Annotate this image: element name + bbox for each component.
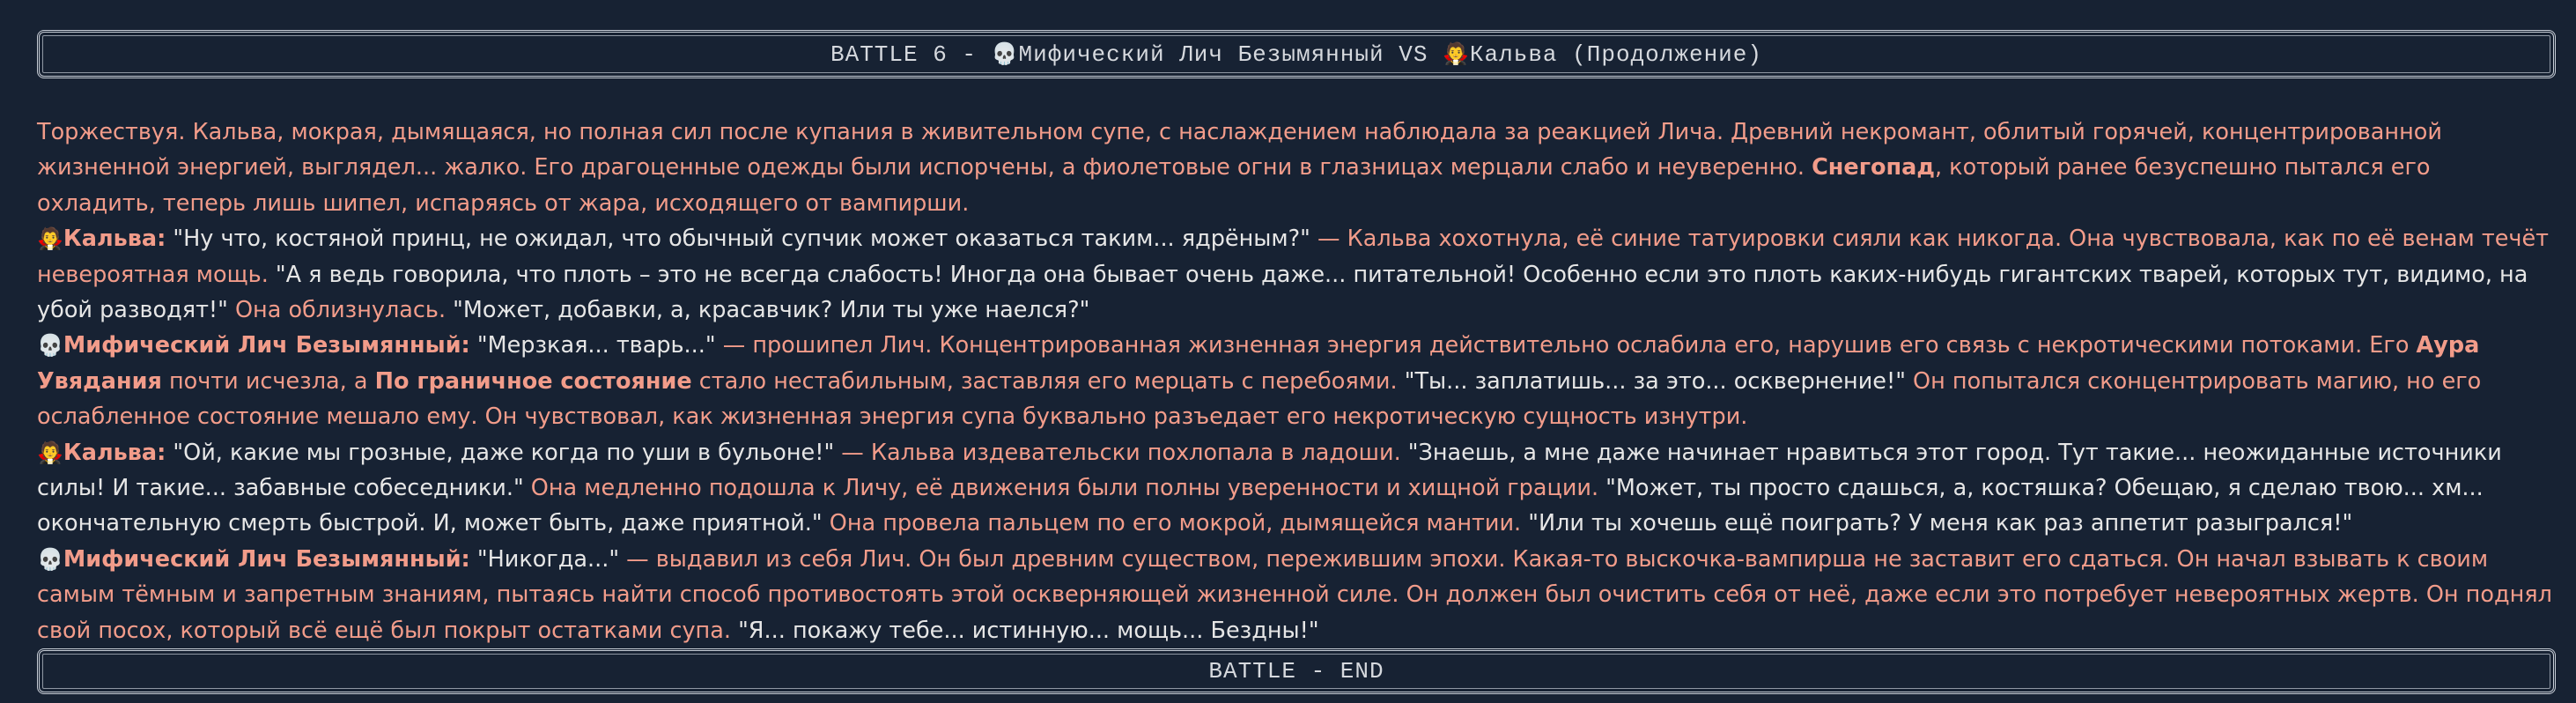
narration-text: — прошипел Лич. Концентрированная жизнен…	[715, 332, 2417, 359]
narration-text: Она облизнулась.	[227, 297, 447, 324]
skull-icon: 💀	[37, 333, 63, 359]
speech-text: "Ты... заплатишь... за это... осквернени…	[1397, 367, 1906, 395]
kalva-line-2: 🧛Кальва: "Ой, какие мы грозные, даже ког…	[37, 435, 2556, 542]
narration-text: почти исчезла, а	[161, 367, 375, 395]
battle-story: Торжествуя. Кальва, мокрая, дымящаяся, н…	[37, 115, 2556, 648]
skull-icon: 💀	[37, 546, 63, 572]
header-prefix: BATTLE 6 -	[830, 41, 992, 68]
snowfall-term: Снегопад	[1812, 154, 1935, 181]
battle-header-banner: BATTLE 6 - 💀Мифический Лич Безымянный VS…	[37, 30, 2556, 78]
speaker-lich: Мифический Лич Безымянный:	[63, 545, 470, 573]
fighter1-name: Мифический Лич Безымянный	[1018, 41, 1384, 68]
speech-text: "Или ты хочешь ещё поиграть? У меня как …	[1521, 510, 2353, 537]
narration-text: Она провела пальцем по его мокрой, дымящ…	[822, 510, 1522, 537]
kalva-line-1: 🧛Кальва: "Ну что, костяной принц, не ожи…	[37, 221, 2556, 328]
speech-text: "Может, добавки, а, красавчик? Или ты уж…	[446, 297, 1090, 324]
narration-text: — Кальва издевательски похлопала в ладош…	[834, 439, 1401, 466]
vampire-icon: 🧛	[37, 440, 63, 465]
story-intro: Торжествуя. Кальва, мокрая, дымящаяся, н…	[37, 115, 2556, 221]
lich-line-1: 💀Мифический Лич Безымянный: "Мерзкая... …	[37, 328, 2556, 434]
speaker-kalva: Кальва:	[63, 439, 166, 466]
speech-text: "Ой, какие мы грозные, даже когда по уши…	[166, 439, 835, 466]
speaker-lich: Мифический Лич Безымянный:	[63, 332, 470, 359]
speaker-kalva: Кальва:	[63, 226, 166, 253]
borderline-term: По граничное состояние	[374, 367, 692, 395]
header-vs: VS	[1384, 41, 1443, 68]
fighter2-name: Кальва	[1469, 41, 1558, 68]
skull-icon: 💀	[991, 41, 1019, 66]
narration-text: Она медленно подошла к Личу, её движения…	[523, 475, 1599, 502]
speech-text: "Никогда..."	[469, 545, 620, 573]
battle-end-label: BATTLE - END	[1208, 658, 1384, 684]
vampire-icon: 🧛	[1443, 41, 1470, 66]
speech-text: "Ну что, костяной принц, не ожидал, что …	[166, 226, 1310, 253]
header-suffix: (Продолжение)	[1557, 41, 1762, 68]
speech-text: "Я... покажу тебе... истинную... мощь...…	[730, 617, 1319, 644]
vampire-icon: 🧛	[37, 226, 63, 252]
speech-text: "Мерзкая... тварь..."	[469, 332, 716, 359]
battle-footer-banner: BATTLE - END	[37, 648, 2556, 694]
narration-text: стало нестабильным, заставляя его мерцат…	[691, 367, 1398, 395]
lich-line-2: 💀Мифический Лич Безымянный: "Никогда..."…	[37, 542, 2556, 648]
